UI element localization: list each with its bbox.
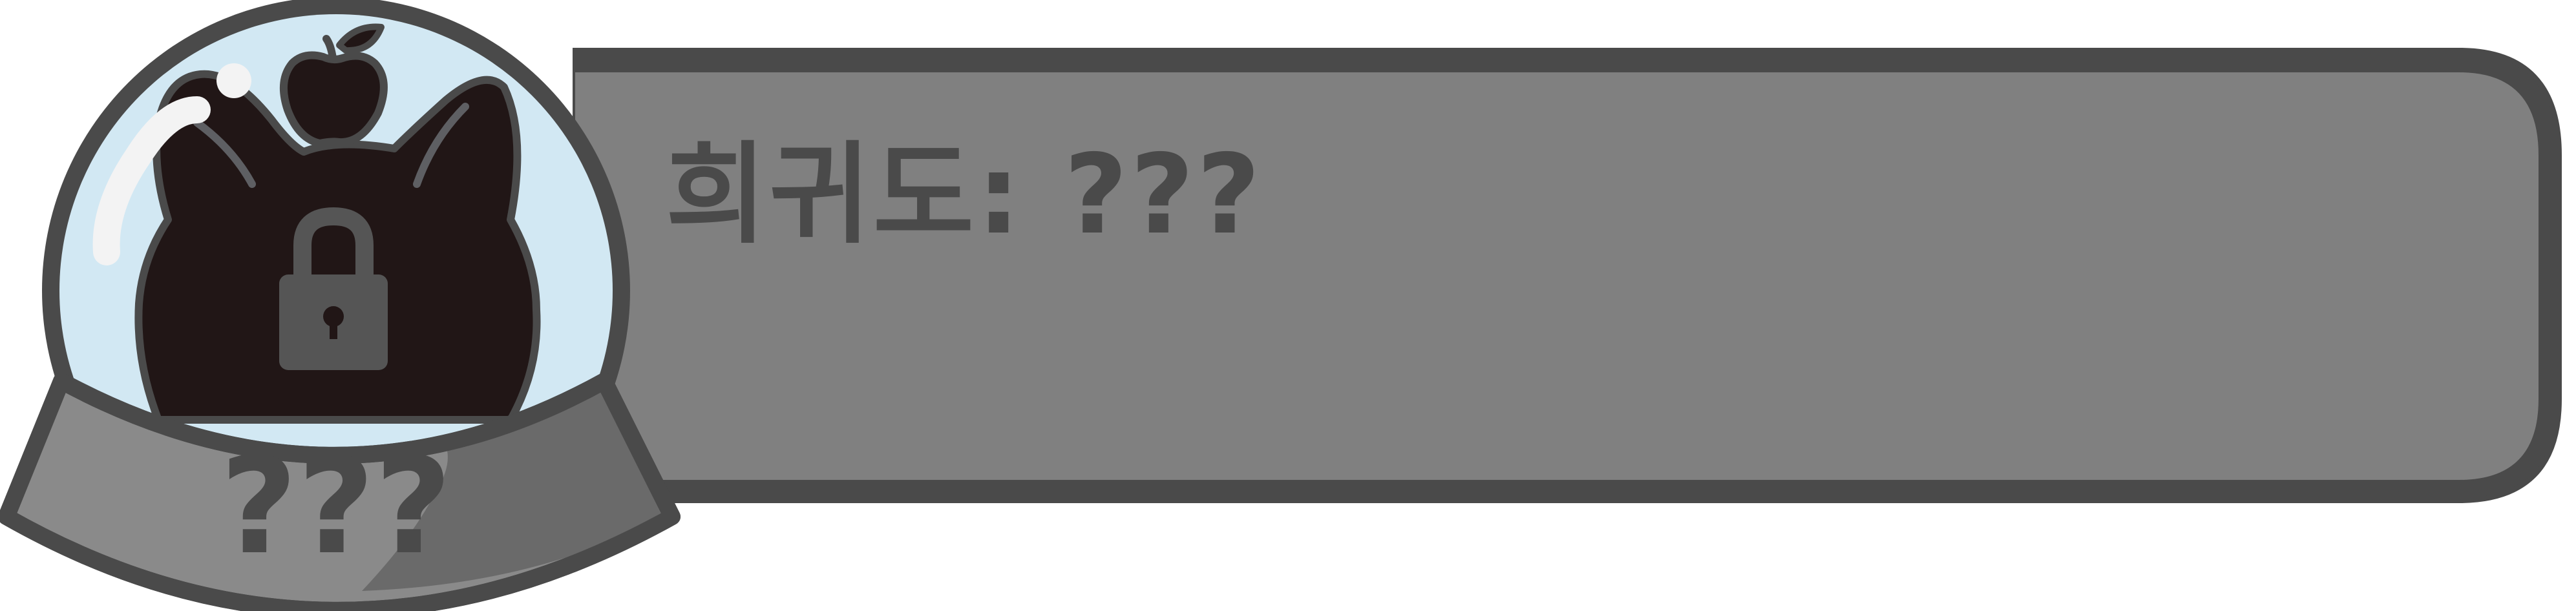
locked-collection-card[interactable]: 희귀도: ??? ??? — [0, 0, 2576, 611]
card-graphic: 희귀도: ??? ??? — [0, 0, 2562, 611]
rarity-label: 희귀도: ??? — [666, 131, 1263, 259]
rarity-banner: 희귀도: ??? — [573, 48, 2562, 503]
base-label: ??? — [220, 429, 452, 584]
